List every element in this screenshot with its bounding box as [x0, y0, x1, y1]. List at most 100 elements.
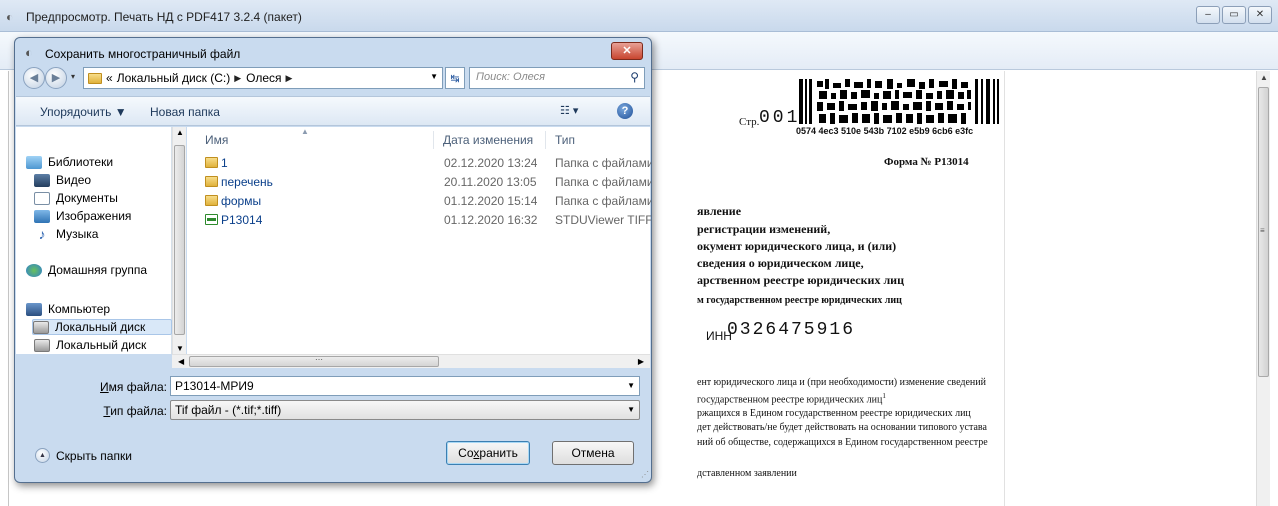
column-separator[interactable]	[433, 131, 434, 149]
nav-item-local-disk-d[interactable]: Локальный диск	[34, 338, 178, 352]
organize-button[interactable]: Упорядочить ▼	[40, 105, 127, 119]
folder-icon	[205, 157, 218, 168]
scroll-right-icon[interactable]: ▶	[638, 357, 644, 366]
window-controls: – ▭ ✕	[1196, 6, 1272, 24]
file-row[interactable]: формы 01.12.2020 15:14 Папка с файлами	[187, 191, 651, 211]
save-button[interactable]: Сохранить	[446, 441, 530, 465]
column-separator[interactable]	[545, 131, 546, 149]
footnote-mark: 1	[882, 392, 886, 400]
music-icon: ♪	[38, 227, 46, 241]
nav-item-documents[interactable]: Документы	[34, 191, 178, 205]
search-placeholder: Поиск: Олеся	[476, 71, 546, 83]
column-header-date[interactable]: Дата изменения	[443, 133, 533, 147]
file-type: Папка с файлами	[555, 156, 651, 170]
body-line: дставленном заявлении	[697, 468, 797, 479]
nav-item-music[interactable]: ♪ Музыка	[34, 227, 178, 241]
cancel-button[interactable]: Отмена	[552, 441, 634, 465]
computer-icon	[26, 302, 42, 316]
subheading: м государственном реестре юридических ли…	[697, 295, 902, 306]
disk-icon	[34, 338, 50, 352]
file-type: STDUViewer TIFF ...	[555, 213, 651, 227]
hide-folders-button[interactable]: ▲ Скрыть папки	[35, 448, 132, 463]
preview-vertical-scrollbar[interactable]: ▲ ≡	[1256, 71, 1270, 506]
chevron-up-icon: ▲	[35, 448, 50, 463]
dialog-close-button[interactable]: ✕	[611, 42, 643, 60]
tiff-file-icon	[205, 214, 218, 225]
chevron-right-icon[interactable]: ▶	[234, 73, 241, 84]
file-row[interactable]: перечень 20.11.2020 13:05 Папка с файлам…	[187, 172, 651, 192]
file-date: 01.12.2020 16:32	[444, 213, 538, 227]
refresh-icon: ↹	[450, 73, 460, 85]
nav-pane-scrollbar[interactable]: ▲ ▼	[172, 127, 186, 354]
filename-input[interactable]: P13014-МРИ9 ▼	[170, 376, 640, 396]
nav-item-homegroup[interactable]: Домашняя группа	[26, 263, 170, 277]
nav-item-computer[interactable]: Компьютер	[26, 302, 170, 316]
filetype-select[interactable]: Tif файл - (*.tif;*.tiff) ▼	[170, 400, 640, 420]
maximize-button[interactable]: ▭	[1222, 6, 1246, 24]
nav-item-label: Домашняя группа	[48, 263, 148, 277]
column-header-name[interactable]: Имя	[205, 133, 228, 147]
main-titlebar: ◐ Предпросмотр. Печать НД с PDF417 3.2.4…	[0, 0, 1278, 32]
breadcrumb-local-disk[interactable]: Локальный диск (C:)	[117, 71, 231, 85]
nav-item-label: Изображения	[56, 209, 132, 223]
documents-icon	[34, 191, 50, 205]
nav-item-label: Библиотеки	[48, 155, 114, 169]
nav-item-label: Локальный диск	[56, 338, 147, 352]
barcode-caption: 0574 4ec3 510e 543b 7102 e5b9 6cb6 e3fc	[796, 126, 974, 136]
nav-item-video[interactable]: Видео	[34, 173, 178, 187]
scroll-up-icon[interactable]: ▲	[176, 128, 184, 137]
view-options-button[interactable]: ☷ ▾	[560, 104, 578, 117]
dialog-title: Сохранить многостраничный файл	[45, 47, 241, 61]
nav-item-label: Музыка	[56, 227, 99, 241]
chevron-down-icon[interactable]: ▼	[627, 381, 635, 390]
minimize-button[interactable]: –	[1196, 6, 1220, 24]
chevron-down-icon[interactable]: ▼	[627, 405, 635, 414]
window-title: Предпросмотр. Печать НД с PDF417 3.2.4 (…	[26, 10, 302, 24]
nav-item-label: Документы	[56, 191, 118, 205]
nav-item-images[interactable]: Изображения	[34, 209, 178, 223]
help-icon[interactable]: ?	[617, 103, 633, 119]
command-bar: Упорядочить ▼ Новая папка ☷ ▾ ?	[16, 96, 650, 126]
chevron-right-icon[interactable]: ▶	[286, 73, 293, 84]
scroll-thumb[interactable]: ⋯	[189, 355, 439, 367]
refresh-button[interactable]: ↹	[445, 67, 465, 89]
file-row[interactable]: P13014 01.12.2020 16:32 STDUViewer TIFF …	[187, 210, 651, 230]
body-line: ржащихся в Едином государственном реестр…	[697, 408, 971, 419]
nav-item-label: Компьютер	[48, 302, 111, 316]
column-header-type[interactable]: Тип	[555, 133, 575, 147]
disk-icon	[33, 320, 49, 334]
search-input[interactable]: Поиск: Олеся ⚲	[469, 67, 645, 89]
navigation-row: ◀ ▶ ▾ « Локальный диск (C:) ▶ Олеся ▶ ▼ …	[21, 66, 647, 92]
scroll-up-icon[interactable]: ▲	[1260, 73, 1268, 82]
back-button[interactable]: ◀	[23, 67, 45, 89]
folder-icon	[88, 72, 102, 84]
recent-locations-icon[interactable]: ▾	[71, 72, 75, 81]
body-line: государственном реестре юридических лиц1	[697, 392, 886, 406]
filename-value: P13014-МРИ9	[175, 379, 254, 393]
scroll-down-icon[interactable]: ▼	[176, 344, 184, 353]
filename-label: Имя файла:	[100, 380, 167, 394]
body-line: дет действовать/не будет действовать на …	[697, 422, 987, 433]
close-window-button[interactable]: ✕	[1248, 6, 1272, 24]
address-bar[interactable]: « Локальный диск (C:) ▶ Олеся ▶ ▼	[83, 67, 443, 89]
file-date: 02.12.2020 13:24	[444, 156, 538, 170]
scroll-left-icon[interactable]: ◀	[178, 357, 184, 366]
inn-value: 0326475916	[727, 320, 856, 340]
page-label: Стр.	[739, 116, 760, 128]
new-folder-button[interactable]: Новая папка	[150, 105, 220, 119]
forward-button[interactable]: ▶	[45, 67, 67, 89]
scroll-thumb[interactable]	[174, 145, 185, 335]
chevron-down-icon[interactable]: ▼	[430, 72, 438, 81]
nav-item-local-disk-c[interactable]: Локальный диск	[32, 319, 172, 335]
nav-item-label: Локальный диск	[55, 320, 146, 334]
file-row[interactable]: 1 02.12.2020 13:24 Папка с файлами	[187, 153, 651, 173]
resize-grip-icon[interactable]: ⋰	[641, 470, 649, 479]
nav-item-libraries[interactable]: Библиотеки	[26, 155, 170, 169]
breadcrumb-olesya[interactable]: Олеся	[246, 71, 281, 85]
page-number: 001	[759, 108, 801, 128]
heading-line: сведения о юридическом лице,	[697, 256, 864, 270]
file-list-horizontal-scrollbar[interactable]: ◀ ⋯ ▶	[172, 354, 650, 368]
search-icon[interactable]: ⚲	[630, 70, 639, 84]
images-icon	[34, 209, 50, 223]
breadcrumb-prefix[interactable]: «	[106, 71, 113, 85]
